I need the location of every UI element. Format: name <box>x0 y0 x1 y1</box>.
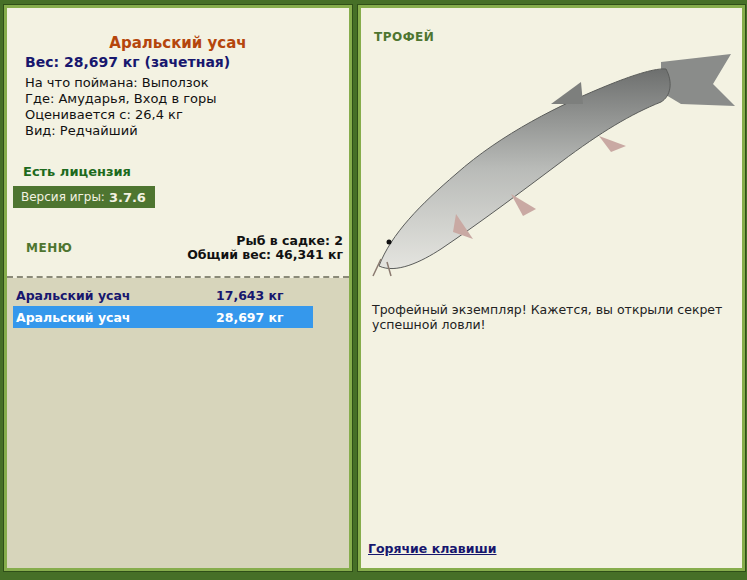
catch-name: Аральский усач <box>16 310 216 325</box>
cage-summary: Рыб в садке: 2Общий вес: 46,341 кг <box>187 234 343 262</box>
catch-list: Аральский усач17,643 кгАральский усач28,… <box>7 278 349 328</box>
fish-card: Аральский усачВес: 28,697 кг (зачетная) Н… <box>7 8 349 278</box>
license-label: Есть лицензия <box>23 163 349 180</box>
catch-name: Аральский усач <box>16 288 216 303</box>
detail-line: На что поймана: Выползок <box>25 75 349 91</box>
trophy-message: Трофейный экземпляр! Кажется, вы открыли… <box>372 302 724 332</box>
version-label: Версия игры: <box>21 190 105 204</box>
fish-details: На что поймана: ВыползокГде: Амудaрья, В… <box>25 75 349 139</box>
hotkeys-link[interactable]: Горячие клавиши <box>368 541 742 556</box>
fish-image <box>361 44 738 284</box>
trophy-panel: ТРОФЕЙ Трофейный экземпляр! Кажется, вы о… <box>358 5 745 571</box>
cage-count: Рыб в садке: 2 <box>187 234 343 248</box>
menu-button[interactable]: МЕНЮ <box>26 241 72 255</box>
version-box: Версия игры: 3.7.6 <box>13 186 155 208</box>
detail-line: Вид: Редчайший <box>25 123 349 139</box>
menu-row: МЕНЮ Рыб в садке: 2Общий вес: 46,341 кг <box>7 234 349 262</box>
detail-line: Оценивается с: 26,4 кг <box>25 107 349 123</box>
version-value: 3.7.6 <box>109 190 146 205</box>
catch-weight: 17,643 кг <box>216 288 284 303</box>
fish-name: Аральский усач <box>7 34 349 53</box>
catch-weight: 28,697 кг <box>216 310 284 325</box>
fish-info-panel: Аральский усачВес: 28,697 кг (зачетная)Н… <box>4 5 352 571</box>
catch-row[interactable]: Аральский усач28,697 кг <box>13 306 313 328</box>
trophy-title: ТРОФЕЙ <box>374 30 742 44</box>
cage-total: Общий вес: 46,341 кг <box>187 248 343 262</box>
detail-line: Где: Амудaрья, Вход в горы <box>25 91 349 107</box>
fish-weight: Вес: 28,697 кг (зачетная) <box>25 53 349 71</box>
catch-row[interactable]: Аральский усач17,643 кг <box>13 284 313 306</box>
